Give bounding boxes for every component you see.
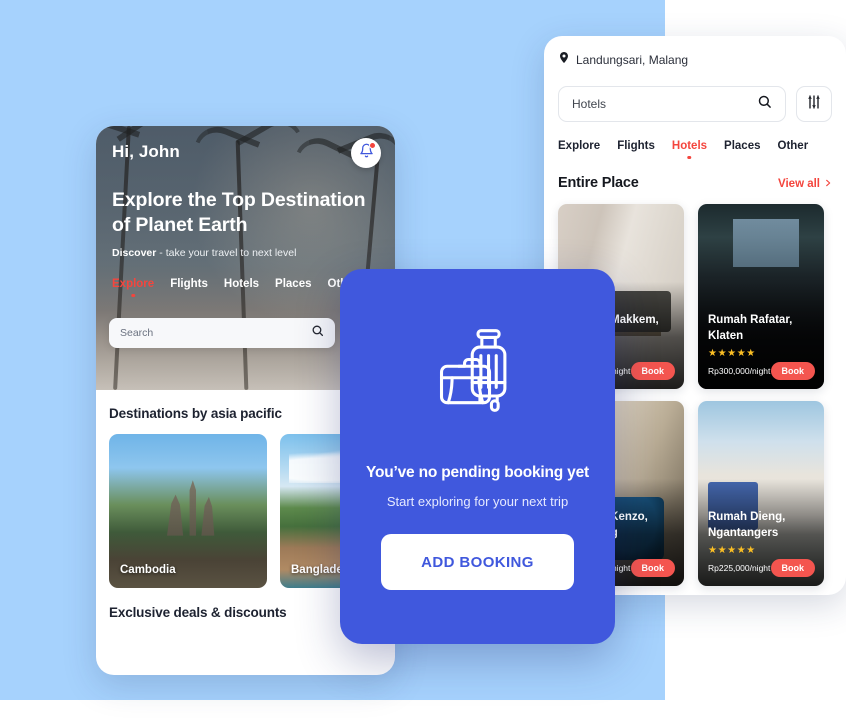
section-title: Entire Place (558, 175, 639, 191)
book-button[interactable]: Book (770, 559, 815, 577)
filter-button[interactable] (796, 86, 832, 122)
add-booking-button[interactable]: ADD BOOKING (381, 534, 574, 590)
hotel-card[interactable]: Rumah Rafatar, Klaten ★★★★★ Rp300,000/ni… (698, 204, 824, 389)
modal-title: You’ve no pending booking yet (366, 464, 589, 481)
tab-hotels[interactable]: Hotels (672, 140, 707, 152)
search-value: Hotels (572, 97, 607, 111)
tab-places[interactable]: Places (724, 140, 760, 152)
hero-subtitle-rest: - take your travel to next level (156, 246, 297, 259)
tab-other[interactable]: Other (778, 140, 809, 152)
tab-flights[interactable]: Flights (170, 278, 208, 290)
search-row: Hotels (558, 86, 832, 122)
book-button[interactable]: Book (770, 362, 815, 380)
search-input[interactable]: Search (109, 318, 335, 348)
greeting-text: Hi, John (112, 142, 180, 161)
destination-card[interactable]: Cambodia (109, 434, 267, 588)
view-all-link[interactable]: View all (778, 178, 832, 191)
chevron-right-icon (824, 178, 832, 191)
notification-bell-button[interactable] (351, 138, 381, 168)
hotel-rating-stars: ★★★★★ (708, 545, 756, 556)
search-icon[interactable] (311, 324, 324, 342)
hotel-rating-stars: ★★★★★ (708, 348, 756, 359)
entire-place-header: Entire Place View all (558, 175, 832, 191)
book-button[interactable]: Book (630, 559, 675, 577)
modal-subtitle: Start exploring for your next trip (386, 494, 569, 509)
map-pin-icon (558, 50, 570, 70)
hotel-name: Rumah Dieng, Ngantangers (708, 511, 786, 539)
screenshot-stage: Hi, John Explore the Top Destination of … (0, 0, 846, 720)
search-icon[interactable] (757, 94, 772, 114)
destination-label: Cambodia (120, 564, 176, 576)
tab-explore[interactable]: Explore (112, 278, 154, 290)
search-input[interactable]: Hotels (558, 86, 786, 122)
tab-hotels[interactable]: Hotels (224, 278, 259, 290)
notification-badge-dot (369, 142, 376, 149)
tab-places[interactable]: Places (275, 278, 311, 290)
tab-explore[interactable]: Explore (558, 140, 600, 152)
hero-subtitle-bold: Discover (112, 246, 157, 259)
tab-flights[interactable]: Flights (617, 140, 655, 152)
search-placeholder: Search (120, 327, 154, 339)
left-nav-tabs: Explore Flights Hotels Places Other (112, 278, 358, 290)
hotel-name: Rumah Rafatar, Klaten (708, 314, 793, 342)
hotel-price: Rp300,000/night (708, 366, 771, 376)
hero-title: Explore the Top Destination of Planet Ea… (112, 189, 366, 237)
book-button[interactable]: Book (630, 362, 675, 380)
empty-booking-modal: You’ve no pending booking yet Start expl… (340, 269, 615, 644)
filter-sliders-icon (806, 94, 822, 115)
luggage-icon (430, 324, 526, 425)
hotel-card[interactable]: Rumah Dieng, Ngantangers ★★★★★ Rp225,000… (698, 401, 824, 586)
blue-backdrop-notch (544, 0, 665, 36)
right-nav-tabs: Explore Flights Hotels Places Other (558, 140, 832, 152)
location-text: Landungsari, Malang (576, 53, 689, 67)
hero-subtitle: Discover - take your travel to next leve… (112, 247, 379, 259)
hotel-price: Rp225,000/night (708, 563, 771, 573)
location-row[interactable]: Landungsari, Malang (558, 50, 832, 70)
view-all-label: View all (778, 178, 820, 190)
